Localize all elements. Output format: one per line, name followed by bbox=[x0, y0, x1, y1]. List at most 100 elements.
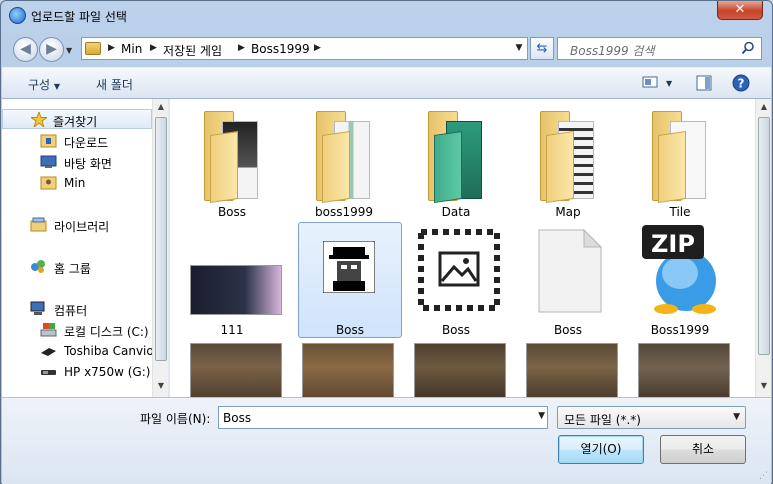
blank-document-icon bbox=[538, 229, 602, 313]
file-item-label: Boss bbox=[335, 323, 365, 337]
screenshot-thumbnail-icon[interactable] bbox=[638, 343, 730, 397]
search-icon[interactable] bbox=[741, 41, 755, 55]
file-item-folder-tile[interactable]: Tile bbox=[628, 103, 732, 219]
cancel-button[interactable]: 취소 bbox=[660, 435, 746, 464]
breadcrumb-chevron-icon[interactable]: ▶ bbox=[150, 43, 157, 53]
file-item-label: Boss bbox=[217, 205, 247, 219]
content-area: 즐겨찾기 다운로드 바탕 화면 Min 라이브러리 홈 그룹 컴퓨터 로컬 디스… bbox=[2, 99, 771, 397]
screenshot-thumbnail-icon[interactable] bbox=[302, 343, 394, 397]
breadcrumb-min[interactable]: Min bbox=[121, 42, 142, 56]
library-icon bbox=[30, 217, 47, 232]
homegroup-icon bbox=[30, 259, 47, 274]
desktop-icon bbox=[40, 154, 57, 169]
nav-item-label: 컴퓨터 bbox=[54, 304, 88, 318]
file-type-select[interactable]: 모든 파일 (*.*) ▼ bbox=[557, 406, 746, 429]
image-placeholder-icon bbox=[418, 229, 500, 311]
scroll-down-icon[interactable]: ▼ bbox=[758, 381, 770, 393]
file-item-boss1999-zip[interactable]: ZIP Boss1999 bbox=[628, 221, 732, 337]
window-title: 업로드할 파일 선택 bbox=[31, 10, 127, 24]
nav-item-downloads[interactable]: 다운로드 bbox=[40, 131, 152, 151]
file-scroll-thumb[interactable] bbox=[758, 117, 770, 355]
address-dropdown-icon[interactable]: ▼ bbox=[511, 38, 527, 59]
breadcrumb-boss1999[interactable]: Boss1999 bbox=[251, 42, 310, 56]
file-item-folder-map[interactable]: Map bbox=[516, 103, 620, 219]
folder-icon bbox=[428, 111, 488, 203]
ie-icon bbox=[9, 7, 26, 24]
file-item-boss-selected[interactable]: Boss bbox=[298, 222, 402, 338]
downloads-folder-icon bbox=[40, 133, 57, 148]
filename-input[interactable]: Boss ▼ bbox=[218, 406, 548, 429]
nav-item-label: 즐겨찾기 bbox=[53, 115, 98, 129]
filename-dropdown-icon[interactable]: ▼ bbox=[538, 411, 545, 421]
resize-grip-icon[interactable]: ⋰ bbox=[759, 471, 768, 481]
command-toolbar: 구성 ▼ 새 폴더 ▼ ? bbox=[2, 67, 771, 99]
nav-item-homegroup[interactable]: 홈 그룹 bbox=[30, 257, 152, 277]
organize-button[interactable]: 구성 ▼ bbox=[28, 76, 60, 93]
new-folder-button[interactable]: 새 폴더 bbox=[96, 76, 133, 93]
search-input[interactable]: Boss1999 검색 bbox=[557, 37, 762, 60]
file-item-boss-image[interactable]: Boss bbox=[404, 221, 508, 337]
nav-pane-scrollbar[interactable]: ▲ ▼ bbox=[152, 99, 168, 397]
preview-pane-icon[interactable] bbox=[696, 75, 712, 91]
view-dropdown-icon[interactable]: ▼ bbox=[666, 79, 672, 88]
search-placeholder: Boss1999 검색 bbox=[570, 44, 655, 58]
nav-item-computer[interactable]: 컴퓨터 bbox=[30, 299, 152, 319]
nav-item-libraries[interactable]: 라이브러리 bbox=[30, 215, 152, 235]
file-item-label: Boss bbox=[441, 323, 471, 337]
scroll-up-icon[interactable]: ▲ bbox=[155, 102, 167, 114]
folder-icon bbox=[204, 111, 264, 203]
file-item-folder-boss[interactable]: Boss bbox=[180, 103, 284, 219]
file-item-label: Boss1999 bbox=[650, 323, 710, 337]
computer-icon bbox=[30, 301, 47, 316]
nav-scroll-thumb[interactable] bbox=[155, 117, 167, 361]
screenshot-thumbnail-icon[interactable] bbox=[414, 343, 506, 397]
nav-item-desktop[interactable]: 바탕 화면 bbox=[40, 152, 152, 172]
filename-label: 파일 이름(N): bbox=[140, 412, 211, 426]
screenshot-thumbnail-icon[interactable] bbox=[190, 343, 282, 397]
history-dropdown-icon[interactable]: ▼ bbox=[66, 46, 72, 55]
breadcrumb-chevron-icon[interactable]: ▶ bbox=[238, 43, 245, 53]
arrow-left-icon: ◀ bbox=[20, 41, 31, 57]
scroll-down-icon[interactable]: ▼ bbox=[155, 381, 167, 393]
file-type-value: 모든 파일 (*.*) bbox=[564, 413, 641, 427]
scroll-up-icon[interactable]: ▲ bbox=[758, 102, 770, 114]
address-bar[interactable]: ▶ Min ▶ 저장된 게임 ▶ Boss1999 ▶ ▼ bbox=[81, 37, 528, 60]
navigation-bar: ◀ ▶ ▼ ▶ Min ▶ 저장된 게임 ▶ Boss1999 ▶ ▼ ⇆ Bo… bbox=[1, 32, 772, 66]
svg-text:?: ? bbox=[738, 77, 745, 91]
file-item-folder-data[interactable]: Data bbox=[404, 103, 508, 219]
file-item-boss-file[interactable]: Boss bbox=[516, 221, 620, 337]
user-folder-icon bbox=[40, 175, 57, 190]
filename-value: Boss bbox=[223, 411, 252, 425]
close-button[interactable]: ✕ bbox=[717, 1, 763, 20]
file-item-folder-boss1999[interactable]: boss1999 bbox=[292, 103, 396, 219]
file-item-label: boss1999 bbox=[314, 205, 373, 219]
file-list-scrollbar[interactable]: ▲ ▼ bbox=[755, 99, 771, 397]
open-button[interactable]: 열기(O) bbox=[558, 435, 644, 464]
nav-item-min[interactable]: Min bbox=[40, 173, 152, 193]
help-icon[interactable]: ? bbox=[732, 74, 750, 92]
view-options-icon[interactable] bbox=[642, 75, 658, 89]
refresh-button[interactable]: ⇆ bbox=[530, 37, 554, 60]
nav-item-hp[interactable]: HP x750w (G:) bbox=[40, 362, 152, 382]
nav-item-label: 다운로드 bbox=[64, 136, 109, 150]
nav-item-label: Toshiba Canvio I bbox=[64, 344, 152, 358]
breadcrumb-chevron-icon[interactable]: ▶ bbox=[314, 43, 321, 53]
file-dialog-window: 업로드할 파일 선택 ✕ ◀ ▶ ▼ ▶ Min ▶ 저장된 게임 ▶ Boss… bbox=[0, 0, 773, 484]
back-button[interactable]: ◀ bbox=[13, 37, 38, 62]
usb-drive-icon bbox=[40, 364, 57, 379]
nav-item-local-disk[interactable]: 로컬 디스크 (C:) bbox=[40, 320, 152, 340]
folder-icon bbox=[316, 111, 376, 203]
navigation-pane: 즐겨찾기 다운로드 바탕 화면 Min 라이브러리 홈 그룹 컴퓨터 로컬 디스… bbox=[2, 99, 152, 397]
title-bar[interactable]: 업로드할 파일 선택 ✕ bbox=[1, 1, 772, 31]
zip-label: ZIP bbox=[651, 230, 695, 258]
file-item-label: 111 bbox=[220, 323, 244, 337]
breadcrumb-saved-games[interactable]: 저장된 게임 bbox=[163, 42, 222, 59]
breadcrumb-chevron-icon[interactable]: ▶ bbox=[108, 43, 115, 53]
file-item-label: Boss bbox=[553, 323, 583, 337]
forward-button[interactable]: ▶ bbox=[39, 37, 64, 62]
nav-item-toshiba[interactable]: Toshiba Canvio I bbox=[40, 341, 152, 361]
file-type-dropdown-icon: ▼ bbox=[733, 412, 740, 422]
nav-item-favorites[interactable]: 즐겨찾기 bbox=[2, 109, 152, 129]
file-item-image-111[interactable]: 111 bbox=[180, 221, 284, 337]
screenshot-thumbnail-icon[interactable] bbox=[526, 343, 618, 397]
